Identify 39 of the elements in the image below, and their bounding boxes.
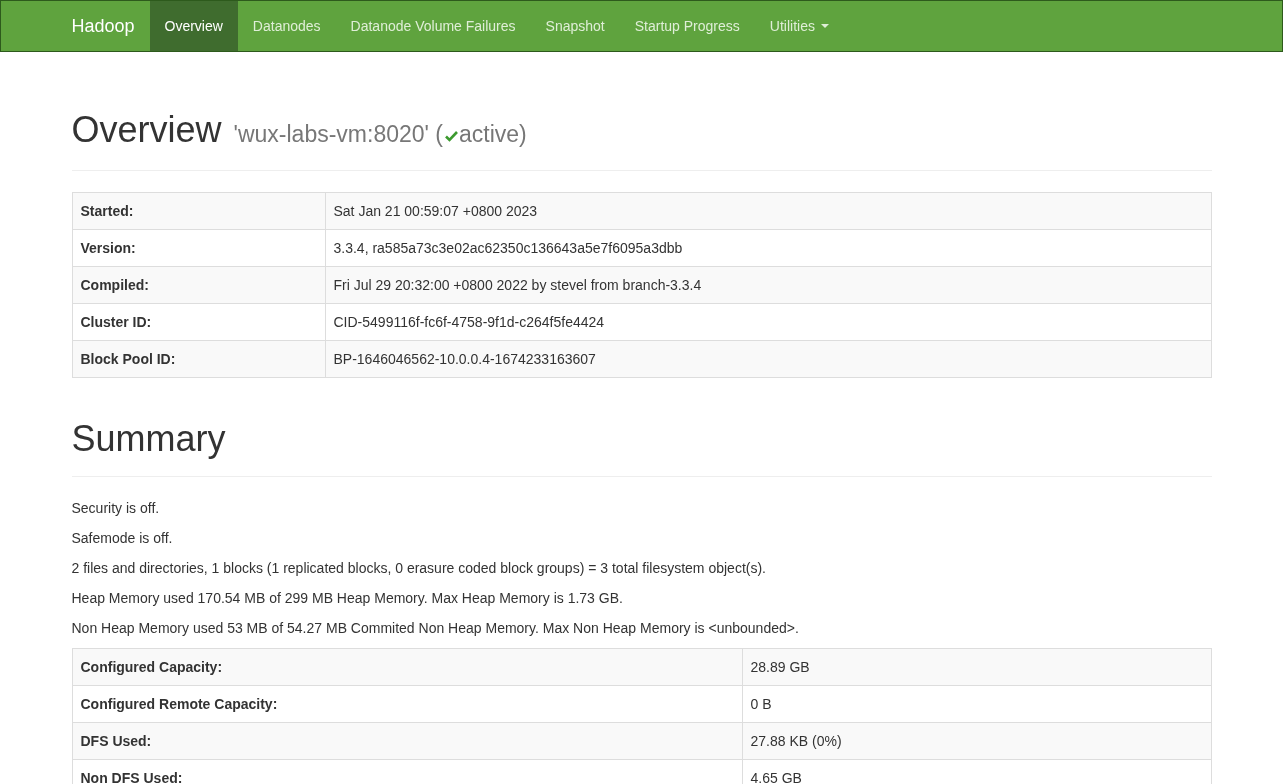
nav-link[interactable]: Startup Progress [619,1,755,51]
field-value: BP-1646046562-10.0.0.4-1674233163607 [325,340,1211,378]
field-label: Compiled: [72,266,325,304]
field-label: Block Pool ID: [72,340,325,378]
nav-link[interactable]: Overview [149,1,238,51]
field-label: Cluster ID: [72,303,325,341]
summary-text: Heap Memory used 170.54 MB of 299 MB Heap Memory. Max Heap Memory is 1.73 GB. [71,589,624,608]
nav-link-label: Datanodes [252,17,321,36]
brand-link[interactable]: Hadoop [71,1,150,51]
field-label: Configured Remote Capacity: [72,685,742,723]
field-value: CID-5499116f-fc6f-4758-9f1d-c264f5fe4424 [325,303,1211,341]
summary-text: Safemode is off. [71,529,174,548]
field-label: Configured Capacity: [72,648,742,686]
nav-link[interactable]: Utilities [754,1,844,51]
nav-link-label: Utilities [769,17,815,36]
summary-text: 2 files and directories, 1 blocks (1 replicated blocks, 0 erasure coded block groups) = 3 total filesystem object(s). [71,559,767,578]
caret-icon [820,24,829,28]
nav-link-label: Startup Progress [634,17,740,36]
field-label: DFS Used: [72,722,742,760]
field-value: 27.88 KB (0%) [742,722,1211,760]
nav-link[interactable]: Datanode Volume Failures [335,1,531,51]
field-value: Sat Jan 21 00:59:07 +0800 2023 [325,192,1211,230]
field-value: 3.3.4, ra585a73c3e02ac62350c136643a5e7f6095a3dbb [325,229,1211,267]
nav-link-label: Datanode Volume Failures [350,17,516,36]
summary-text: Security is off. [71,499,161,518]
section-title: Summary [71,419,226,459]
field-label: Started: [72,192,325,230]
page-title: Overview [71,110,222,150]
field-label: Non DFS Used: [72,759,742,784]
field-value: 28.89 GB [742,648,1211,686]
checkmark-icon [445,130,458,142]
nav-link-label: Overview [164,17,223,36]
field-value: 0 B [742,685,1211,723]
nav-link[interactable]: Snapshot [530,1,620,51]
field-label: Version: [72,229,325,267]
field-value: Fri Jul 29 20:32:00 +0800 2022 by stevel from branch-3.3.4 [325,266,1211,304]
nav-link[interactable]: Datanodes [237,1,336,51]
nav-link-label: Snapshot [545,17,605,36]
summary-text: Non Heap Memory used 53 MB of 54.27 MB Commited Non Heap Memory. Max Non Heap Memory is <unbounded>. [71,619,800,638]
